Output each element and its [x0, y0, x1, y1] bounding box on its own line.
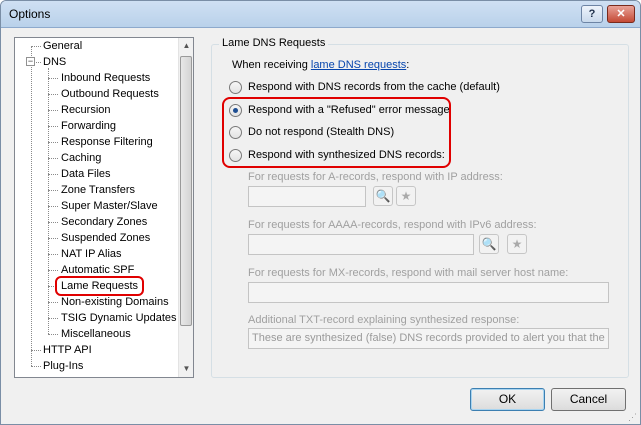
- tree-line: [48, 142, 58, 143]
- tree-line: [48, 94, 58, 95]
- mx-record-input[interactable]: [248, 282, 609, 303]
- tree-item-nat-ip-alias[interactable]: NAT IP Alias: [59, 246, 124, 262]
- scroll-down-icon[interactable]: ▼: [179, 361, 193, 377]
- tree-item-inbound-requests[interactable]: Inbound Requests: [59, 70, 152, 86]
- tree-item-general[interactable]: General: [41, 38, 84, 54]
- tree-line: [48, 78, 58, 79]
- options-tree[interactable]: − General DNS Inbound Requests Outbound …: [14, 37, 194, 378]
- options-dialog: Options ? ✕ − General DNS Inbound Reques…: [0, 0, 641, 425]
- tree-item-dns[interactable]: DNS: [41, 54, 68, 70]
- tree-line: [31, 366, 41, 367]
- tree-line: [48, 222, 58, 223]
- ok-button[interactable]: OK: [470, 388, 545, 411]
- scroll-thumb[interactable]: [180, 56, 192, 326]
- txt-record-input[interactable]: These are synthesized (false) DNS record…: [248, 328, 609, 349]
- tree-line: [31, 46, 32, 366]
- scroll-up-icon[interactable]: ▲: [179, 38, 193, 54]
- tree-item-tsig-dynamic-updates[interactable]: TSIG Dynamic Updates: [59, 310, 179, 326]
- title-bar: Options ? ✕: [1, 1, 640, 28]
- tree-line: [48, 318, 58, 319]
- aaaa-record-lookup-button[interactable]: 🔍: [479, 234, 499, 254]
- help-icon: ?: [588, 8, 596, 20]
- tree-line: [31, 350, 41, 351]
- aaaa-record-favorite-button[interactable]: ★: [507, 234, 527, 254]
- tree-item-forwarding[interactable]: Forwarding: [59, 118, 118, 134]
- tree-line: [48, 270, 58, 271]
- tree-item-miscellaneous[interactable]: Miscellaneous: [59, 326, 133, 342]
- tree-item-secondary-zones[interactable]: Secondary Zones: [59, 214, 149, 230]
- radio-highlight: [222, 97, 451, 168]
- tree-line: [48, 302, 58, 303]
- intro-text: When receiving lame DNS requests:: [232, 59, 409, 71]
- tree-line: [48, 254, 58, 255]
- txt-record-label: Additional TXT-record explaining synthes…: [248, 314, 520, 326]
- close-button[interactable]: ✕: [607, 5, 635, 23]
- magnifier-icon: 🔍: [375, 189, 391, 203]
- tree-item-http-api[interactable]: HTTP API: [41, 342, 94, 358]
- group-title: Lame DNS Requests: [219, 37, 329, 49]
- tree-line: [48, 174, 58, 175]
- tree-line: [48, 190, 58, 191]
- tree-item-caching[interactable]: Caching: [59, 150, 103, 166]
- tree-line: [48, 126, 58, 127]
- tree-item-data-files[interactable]: Data Files: [59, 166, 113, 182]
- mx-record-label: For requests for MX-records, respond wit…: [248, 267, 569, 279]
- tree-item-recursion[interactable]: Recursion: [59, 102, 113, 118]
- star-icon: ★: [400, 189, 412, 203]
- aaaa-record-label: For requests for AAAA-records, respond w…: [248, 219, 537, 231]
- window-title: Options: [9, 7, 51, 21]
- tree-item-plug-ins[interactable]: Plug-Ins: [41, 358, 85, 374]
- tree-item-lame-requests[interactable]: Lame Requests: [55, 276, 145, 296]
- lame-dns-requests-link[interactable]: lame DNS requests: [311, 59, 406, 71]
- a-record-lookup-button[interactable]: 🔍: [373, 186, 393, 206]
- tree-item-non-existing-domains[interactable]: Non-existing Domains: [59, 294, 171, 310]
- tree-line: [48, 110, 58, 111]
- tree-item-super-master-slave[interactable]: Super Master/Slave: [59, 198, 160, 214]
- tree-line: [31, 46, 41, 47]
- help-button[interactable]: ?: [581, 5, 603, 23]
- tree-line: [48, 334, 58, 335]
- tree-content: − General DNS Inbound Requests Outbound …: [15, 38, 179, 377]
- tree-item-outbound-requests[interactable]: Outbound Requests: [59, 86, 161, 102]
- aaaa-record-input[interactable]: [248, 234, 474, 255]
- tree-line: [48, 158, 58, 159]
- radio-cache-label[interactable]: Respond with DNS records from the cache …: [248, 81, 500, 93]
- intro-suffix: :: [406, 59, 410, 71]
- a-record-favorite-button[interactable]: ★: [396, 186, 416, 206]
- tree-line: [48, 206, 58, 207]
- a-record-label: For requests for A-records, respond with…: [248, 171, 503, 183]
- cancel-button[interactable]: Cancel: [551, 388, 626, 411]
- tree-item-response-filtering[interactable]: Response Filtering: [59, 134, 155, 150]
- intro-prefix: When receiving: [232, 59, 311, 71]
- star-icon: ★: [511, 237, 523, 251]
- collapse-icon[interactable]: −: [26, 57, 35, 66]
- tree-line: [48, 238, 58, 239]
- close-icon: ✕: [616, 8, 626, 20]
- tree-scrollbar[interactable]: ▲ ▼: [178, 38, 193, 377]
- radio-cache[interactable]: [229, 81, 242, 94]
- magnifier-icon: 🔍: [481, 237, 497, 251]
- tree-item-zone-transfers[interactable]: Zone Transfers: [59, 182, 137, 198]
- a-record-input[interactable]: [248, 186, 366, 207]
- tree-line: [48, 68, 49, 334]
- resize-grip-icon[interactable]: ⋰: [628, 412, 638, 422]
- tree-item-suspended-zones[interactable]: Suspended Zones: [59, 230, 152, 246]
